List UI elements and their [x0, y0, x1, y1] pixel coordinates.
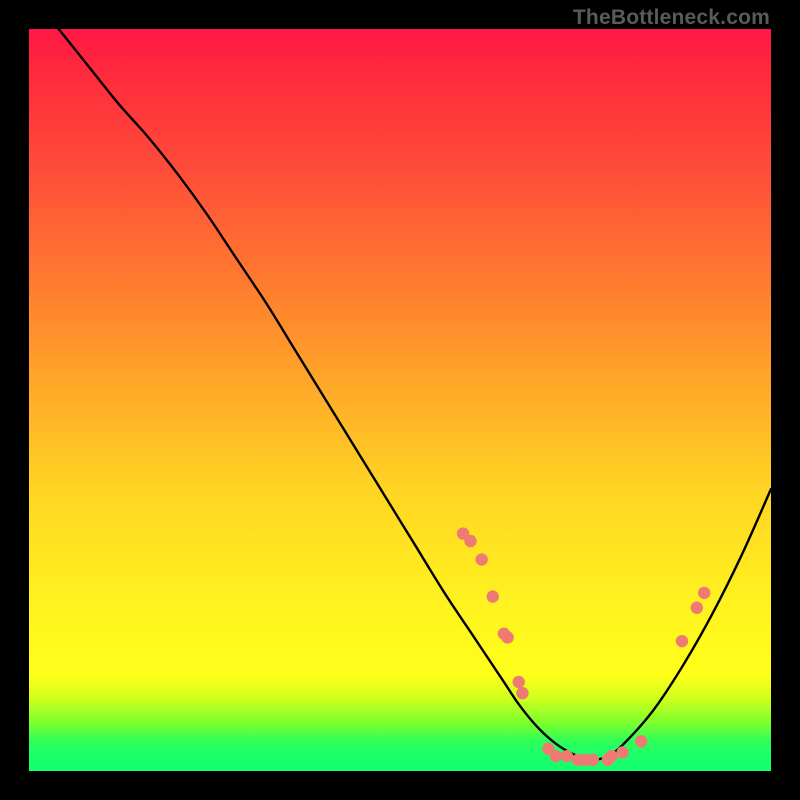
curve-markers — [457, 527, 711, 766]
curve-marker — [698, 587, 710, 599]
curve-marker — [587, 754, 599, 766]
curve-marker — [516, 687, 528, 699]
curve-marker — [691, 602, 703, 614]
plot-area — [29, 29, 771, 771]
curve-marker — [676, 635, 688, 647]
curve-marker — [487, 590, 499, 602]
watermark-text: TheBottleneck.com — [573, 6, 770, 30]
curve-marker — [513, 676, 525, 688]
curve-svg — [29, 29, 771, 771]
curve-marker — [616, 746, 628, 758]
bottleneck-curve — [59, 29, 771, 760]
curve-marker — [501, 631, 513, 643]
chart-stage: TheBottleneck.com — [0, 0, 800, 800]
curve-marker — [550, 750, 562, 762]
curve-marker — [605, 750, 617, 762]
curve-marker — [475, 553, 487, 565]
curve-marker — [464, 535, 476, 547]
curve-marker — [635, 735, 647, 747]
curve-marker — [561, 750, 573, 762]
